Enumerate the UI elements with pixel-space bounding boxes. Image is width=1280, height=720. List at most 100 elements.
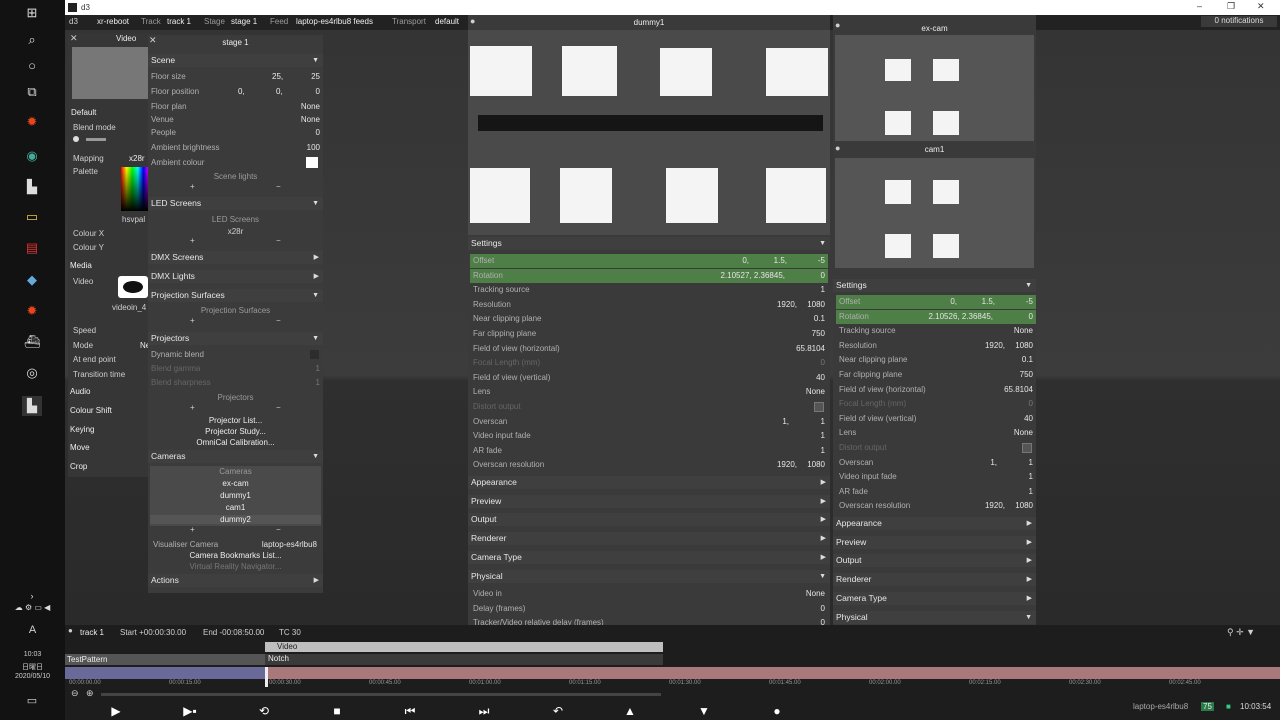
menu-track[interactable]: track 1 — [167, 17, 191, 26]
projection-add-button[interactable]: + — [190, 316, 195, 325]
cam1-preview[interactable] — [835, 158, 1034, 268]
system-tray-icons[interactable]: ☁ ⚙ ▭ ◀ — [0, 603, 65, 612]
led-remove-button[interactable]: − — [276, 236, 281, 245]
projector-list-button[interactable]: Projector List... — [148, 416, 323, 425]
d3-app-icon[interactable]: ▙ — [22, 177, 42, 197]
video-in-row[interactable]: Video in None — [470, 587, 828, 601]
taskbar-clock[interactable]: 10:03 — [0, 651, 65, 658]
overscan-value[interactable]: 1, — [782, 415, 789, 428]
move-section[interactable]: Move — [70, 443, 90, 452]
playhead[interactable] — [265, 667, 268, 687]
far-clip-value[interactable]: 750 — [1020, 368, 1033, 381]
search-icon[interactable]: ⌕ — [22, 30, 42, 50]
overscan-value[interactable]: 1, — [990, 456, 997, 469]
chrome-icon[interactable]: ◉ — [22, 146, 42, 166]
fov-v-value[interactable]: 40 — [1024, 412, 1033, 425]
dummy1-section-physical[interactable]: Physical ▼ — [468, 570, 830, 583]
dummy1-preview[interactable] — [468, 30, 830, 235]
ar-fade-row[interactable]: AR fade 1 — [836, 485, 1036, 499]
near-clip-row[interactable]: Near clipping plane 0.1 — [836, 353, 1036, 367]
cam1-section-renderer[interactable]: Renderer ▶ — [833, 573, 1036, 586]
scene-lights-add-button[interactable]: + — [190, 182, 195, 191]
overscan-value[interactable]: 1 — [821, 415, 825, 428]
overscan-row[interactable]: Overscan 1, 1 — [470, 415, 828, 429]
overscan-row[interactable]: Overscan 1, 1 — [836, 456, 1036, 470]
d3-app-icon-active[interactable]: ▙ — [22, 396, 42, 416]
camera-item[interactable]: cam1 — [150, 503, 321, 512]
floor-position-x[interactable]: 0, — [238, 85, 245, 98]
far-clip-row[interactable]: Far clipping plane 750 — [470, 327, 828, 341]
resolution-value[interactable]: 1920, — [985, 339, 1005, 352]
visualiser-camera-row[interactable]: Visualiser Camera laptop-es4rlbu8 — [148, 538, 323, 551]
overscan-res-row[interactable]: Overscan resolution 1920, 1080 — [836, 499, 1036, 513]
pdf-icon[interactable]: ▤ — [22, 238, 42, 258]
dummy1-section-appearance[interactable]: Appearance ▶ — [468, 476, 830, 489]
fov-h-row[interactable]: Field of view (horizontal) 65.8104 — [470, 342, 828, 356]
video-in-value[interactable]: None — [806, 587, 825, 600]
dummy1-section-output[interactable]: Output ▶ — [468, 513, 830, 526]
overscan-res-row[interactable]: Overscan resolution 1920, 1080 — [470, 458, 828, 472]
led-add-button[interactable]: + — [190, 236, 195, 245]
ime-indicator[interactable]: A — [0, 624, 65, 636]
video-input-fade-row[interactable]: Video input fade 1 — [836, 470, 1036, 484]
offset-value[interactable]: 1.5, — [982, 295, 995, 308]
distort-output-checkbox[interactable] — [1022, 443, 1032, 453]
crop-section[interactable]: Crop — [70, 462, 87, 471]
cameras-header[interactable]: Cameras ▼ — [148, 450, 323, 463]
app-icon-gear-red[interactable]: ✹ — [22, 112, 42, 132]
stop-button[interactable]: ■ — [329, 703, 345, 719]
dummy1-settings-header[interactable]: Settings ▼ — [468, 237, 830, 250]
app-icon-ship[interactable]: ⛴ — [22, 332, 42, 352]
media-section[interactable]: Media — [70, 261, 92, 270]
overscan-res-value[interactable]: 1080 — [1015, 499, 1033, 512]
keying-section[interactable]: Keying — [70, 425, 94, 434]
floor-size-y[interactable]: 25 — [311, 70, 320, 83]
visualiser-camera-value[interactable]: laptop-es4rlbu8 — [262, 538, 317, 551]
ambient-brightness-value[interactable]: 100 — [307, 141, 320, 154]
cam1-section-camera-type[interactable]: Camera Type ▶ — [833, 592, 1036, 605]
rotation-value[interactable]: 0 — [1029, 310, 1033, 323]
video-file-thumbnail[interactable] — [118, 276, 148, 298]
dynamic-blend-row[interactable]: Dynamic blend — [148, 348, 323, 361]
video-tab[interactable]: Video — [116, 34, 136, 43]
timeline-scrollbar[interactable] — [101, 693, 661, 696]
camera-item[interactable]: ex-cam — [150, 479, 321, 488]
app-icon-blue[interactable]: ◆ — [22, 270, 42, 290]
menu-feed[interactable]: laptop-es4rlbu8 feeds — [296, 17, 373, 26]
ar-fade-value[interactable]: 1 — [821, 444, 825, 457]
video-input-fade-value[interactable]: 1 — [1029, 470, 1033, 483]
zoom-out-icon[interactable]: ⊖ — [71, 688, 79, 699]
camera-item[interactable]: dummy2 — [150, 515, 321, 524]
tracking-source-value[interactable]: None — [1014, 324, 1033, 337]
overscan-res-value[interactable]: 1080 — [807, 458, 825, 471]
dummy1-section-camera-type[interactable]: Camera Type ▶ — [468, 551, 830, 564]
palette-swatch[interactable] — [121, 167, 149, 211]
video-input-fade-value[interactable]: 1 — [821, 429, 825, 442]
windows-start-icon[interactable]: ⊞ — [22, 3, 42, 23]
video-input-fade-row[interactable]: Video input fade 1 — [470, 429, 828, 443]
people-row[interactable]: People 0 — [148, 126, 323, 139]
menu-transport[interactable]: default — [435, 17, 459, 26]
overscan-res-value[interactable]: 1920, — [985, 499, 1005, 512]
rotation-row[interactable]: Rotation 2.10527, 2.36845, 0 — [470, 268, 828, 283]
default-section[interactable]: Default — [71, 108, 96, 117]
far-clip-value[interactable]: 750 — [812, 327, 825, 340]
menu-stage[interactable]: stage 1 — [231, 17, 257, 26]
app-icon-globe[interactable]: ◎ — [22, 363, 42, 383]
floor-position-z[interactable]: 0 — [316, 85, 320, 98]
actions-header[interactable]: Actions ▶ — [148, 574, 323, 587]
colour-shift-section[interactable]: Colour Shift — [70, 406, 112, 415]
timeline-track[interactable]: track 1 — [80, 628, 104, 637]
maximize-button[interactable]: ❐ — [1227, 1, 1235, 12]
resolution-value[interactable]: 1080 — [807, 298, 825, 311]
play-button[interactable]: ▶ — [108, 703, 124, 719]
dummy1-section-renderer[interactable]: Renderer ▶ — [468, 532, 830, 545]
rotation-value[interactable]: 2.10526, 2.36845, — [928, 310, 993, 323]
floor-size-x[interactable]: 25, — [272, 70, 283, 83]
resolution-row[interactable]: Resolution 1920, 1080 — [836, 339, 1036, 353]
cam1-settings-header[interactable]: Settings ▼ — [833, 279, 1036, 292]
offset-row[interactable]: Offset 0, 1.5, -5 — [470, 254, 828, 268]
lens-value[interactable]: None — [806, 385, 825, 398]
timeline-pin-icon[interactable]: ● — [68, 626, 73, 635]
up-button[interactable]: ▲ — [622, 703, 638, 719]
